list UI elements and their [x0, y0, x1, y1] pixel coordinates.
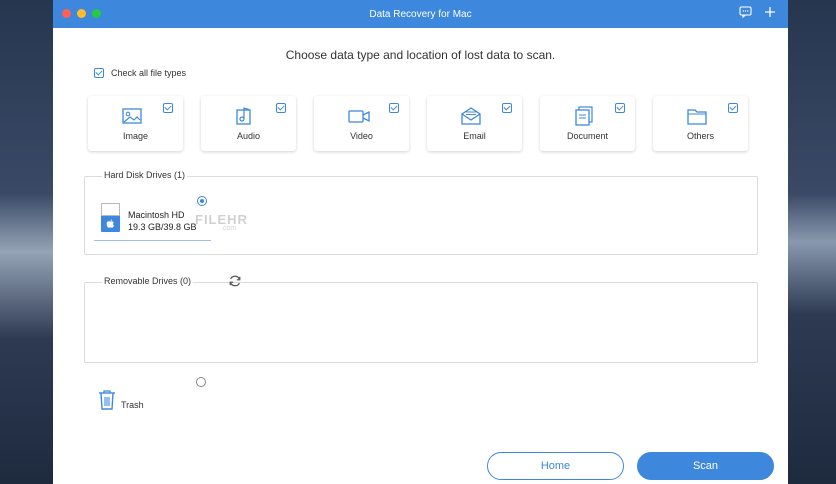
drive-name: Macintosh HD — [128, 210, 185, 220]
hard-disk-drives-label: Hard Disk Drives (1) — [102, 170, 188, 180]
check-all-file-types[interactable]: Check all file types — [94, 68, 186, 78]
trash-radio[interactable] — [196, 377, 206, 387]
maximize-window-button[interactable] — [92, 9, 101, 18]
file-type-email[interactable]: Email — [427, 96, 522, 151]
refresh-icon[interactable] — [228, 274, 242, 293]
file-type-image[interactable]: Image — [88, 96, 183, 151]
drive-size: 19.3 GB/39.8 GB — [128, 222, 197, 232]
window-title: Data Recovery for Mac — [369, 8, 472, 20]
file-type-others[interactable]: Others — [653, 96, 748, 151]
video-checkbox[interactable] — [389, 103, 399, 113]
document-icon — [573, 106, 595, 131]
desktop-background-left — [0, 0, 53, 484]
close-window-button[interactable] — [62, 9, 71, 18]
others-checkbox[interactable] — [728, 103, 738, 113]
window-controls — [62, 9, 101, 18]
plus-icon[interactable] — [764, 6, 776, 18]
file-type-label: Image — [122, 131, 148, 141]
titlebar-actions — [739, 6, 776, 18]
hard-drive-icon — [101, 203, 120, 232]
file-type-audio[interactable]: Audio — [201, 96, 296, 151]
file-type-label: Document — [566, 131, 609, 141]
check-all-checkbox[interactable] — [94, 68, 104, 78]
feedback-icon[interactable] — [739, 6, 752, 18]
app-window: Data Recovery for Mac Choose data type a… — [53, 0, 788, 484]
file-type-label: Video — [350, 131, 373, 141]
audio-checkbox[interactable] — [276, 103, 286, 113]
audio-icon — [234, 106, 256, 131]
folder-icon — [686, 106, 708, 131]
file-type-label: Audio — [236, 131, 261, 141]
document-checkbox[interactable] — [615, 103, 625, 113]
desktop-background-right — [788, 0, 836, 484]
drive-radio-macintosh-hd[interactable] — [197, 196, 207, 206]
scan-prompt: Choose data type and location of lost da… — [285, 48, 556, 62]
trash-icon[interactable] — [97, 389, 117, 416]
removable-drives-panel — [84, 282, 758, 363]
file-type-label: Others — [686, 131, 714, 141]
minimize-window-button[interactable] — [77, 9, 86, 18]
title-bar: Data Recovery for Mac — [53, 0, 788, 28]
removable-drives-label: Removable Drives (0) — [102, 276, 194, 286]
email-checkbox[interactable] — [502, 103, 512, 113]
image-icon — [121, 106, 143, 131]
trash-label: Trash — [121, 400, 144, 410]
image-checkbox[interactable] — [163, 103, 173, 113]
check-all-label: Check all file types — [111, 68, 187, 78]
email-icon — [460, 106, 482, 131]
home-button[interactable]: Home — [487, 452, 624, 480]
video-icon — [347, 106, 371, 131]
scan-button[interactable]: Scan — [637, 452, 774, 480]
file-type-list: Image Audio Video Email Document Others — [88, 96, 748, 151]
file-type-video[interactable]: Video — [314, 96, 409, 151]
drive-macintosh-hd[interactable]: Macintosh HD 19.3 GB/39.8 GB — [94, 198, 211, 241]
file-type-label: Email — [463, 131, 486, 141]
watermark: FILEHR .com — [195, 212, 248, 232]
file-type-document[interactable]: Document — [540, 96, 635, 151]
